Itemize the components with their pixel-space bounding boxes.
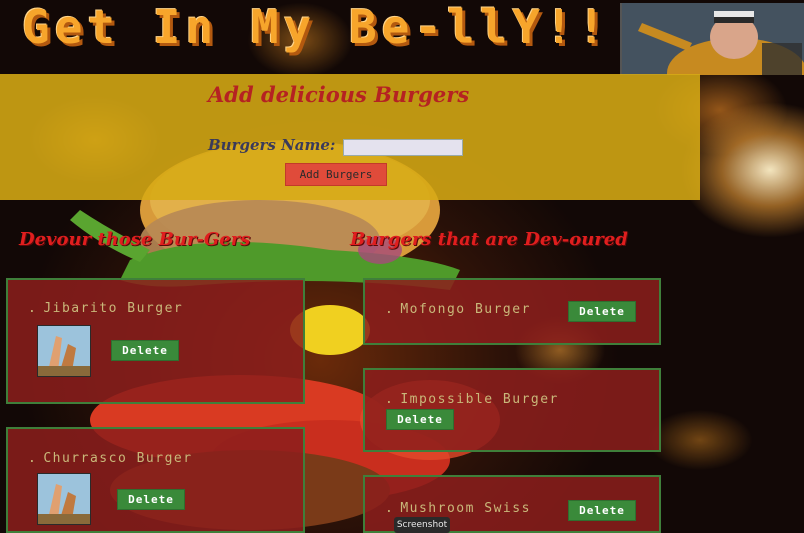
burger-list-item: . Churrasco Burger	[28, 451, 193, 466]
burger-list-item: . Jibarito Burger	[28, 301, 183, 316]
add-burger-form: Add delicious Burgers Burgers Name: Add …	[0, 74, 700, 200]
devoured-section-title: Burgers that are Dev-oured	[350, 229, 628, 250]
devoured-card: . Mofongo Burger Delete	[363, 278, 661, 345]
delete-button[interactable]: Delete	[117, 489, 185, 510]
devoured-list-item: . Mofongo Burger	[385, 302, 531, 317]
delete-button[interactable]: Delete	[568, 500, 636, 521]
bullet-dot-icon: .	[385, 302, 395, 317]
burger-name: Mushroom Swiss	[400, 501, 531, 516]
burger-name-label: Burgers Name:	[208, 136, 336, 154]
burger-name: Churrasco Burger	[43, 451, 193, 466]
burger-name: Impossible Burger	[400, 392, 559, 407]
devoured-list-item: . Impossible Burger	[385, 392, 559, 407]
bullet-dot-icon: .	[28, 451, 38, 466]
devoured-card: . Impossible Burger Delete	[363, 368, 661, 452]
bullet-dot-icon: .	[385, 392, 395, 407]
burger-name-input[interactable]	[343, 139, 463, 156]
burger-name: Jibarito Burger	[43, 301, 184, 316]
burger-card: . Churrasco Burger Delete	[6, 427, 305, 533]
devour-section-title: Devour those Bur-Gers	[19, 229, 251, 250]
burger-thumbnail-icon[interactable]	[37, 325, 91, 377]
screenshot-tooltip: Screenshot	[394, 517, 450, 533]
delete-button[interactable]: Delete	[568, 301, 636, 322]
bullet-dot-icon: .	[28, 301, 38, 316]
devoured-list-item: . Mushroom Swiss	[385, 501, 531, 516]
form-heading: Add delicious Burgers	[208, 82, 470, 107]
delete-button[interactable]: Delete	[386, 409, 454, 430]
chef-photo-image	[622, 3, 804, 75]
title-banner: Get In My Be-llY!!	[0, 0, 620, 72]
bullet-dot-icon: .	[385, 501, 395, 516]
add-burgers-button[interactable]: Add Burgers	[285, 163, 387, 186]
burger-name: Mofongo Burger	[400, 302, 531, 317]
burger-card: . Jibarito Burger Delete	[6, 278, 305, 404]
chef-photo	[620, 3, 804, 75]
delete-button[interactable]: Delete	[111, 340, 179, 361]
page-title: Get In My Be-llY!!	[22, 0, 611, 54]
burger-thumbnail-icon[interactable]	[37, 473, 91, 525]
